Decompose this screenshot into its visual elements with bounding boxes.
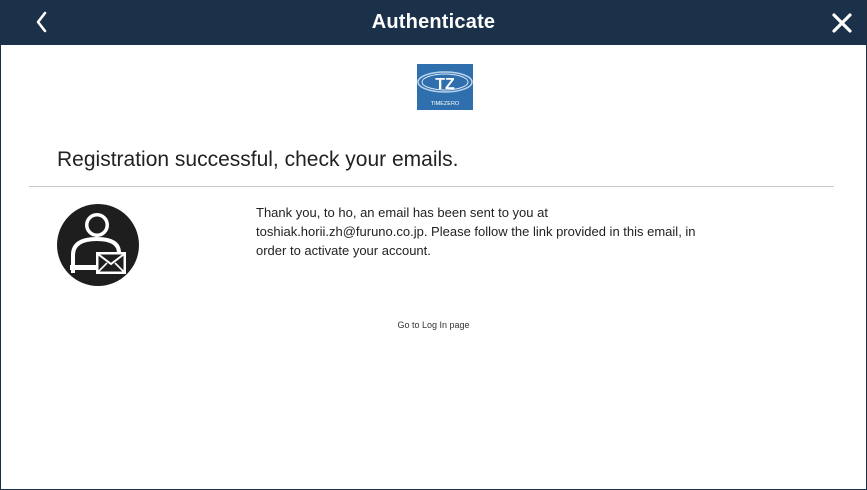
message-line: toshiak.horii.zh@furuno.co.jp. Please fo… [256, 224, 696, 239]
user-email-icon [56, 203, 140, 287]
logo-text: TZ [435, 76, 455, 93]
logo-subtext: TIMEZERO [431, 101, 460, 107]
message-line: order to activate your account. [256, 243, 431, 258]
message-line: Thank you, to ho, an email has been sent… [256, 205, 548, 220]
timezero-logo: TZ TIMEZERO [415, 64, 475, 110]
close-button[interactable] [830, 11, 854, 35]
confirmation-message: Thank you, to ho, an email has been sent… [256, 203, 776, 260]
close-icon [832, 13, 852, 33]
authenticate-window: Authenticate TZ TIMEZERO Registration su… [0, 0, 867, 490]
section-divider [29, 186, 834, 187]
registration-headline: Registration successful, check your emai… [57, 148, 459, 171]
go-to-login-link[interactable]: Go to Log In page [1, 320, 866, 330]
page-title: Authenticate [371, 11, 496, 33]
title-bar: Authenticate [1, 0, 866, 45]
